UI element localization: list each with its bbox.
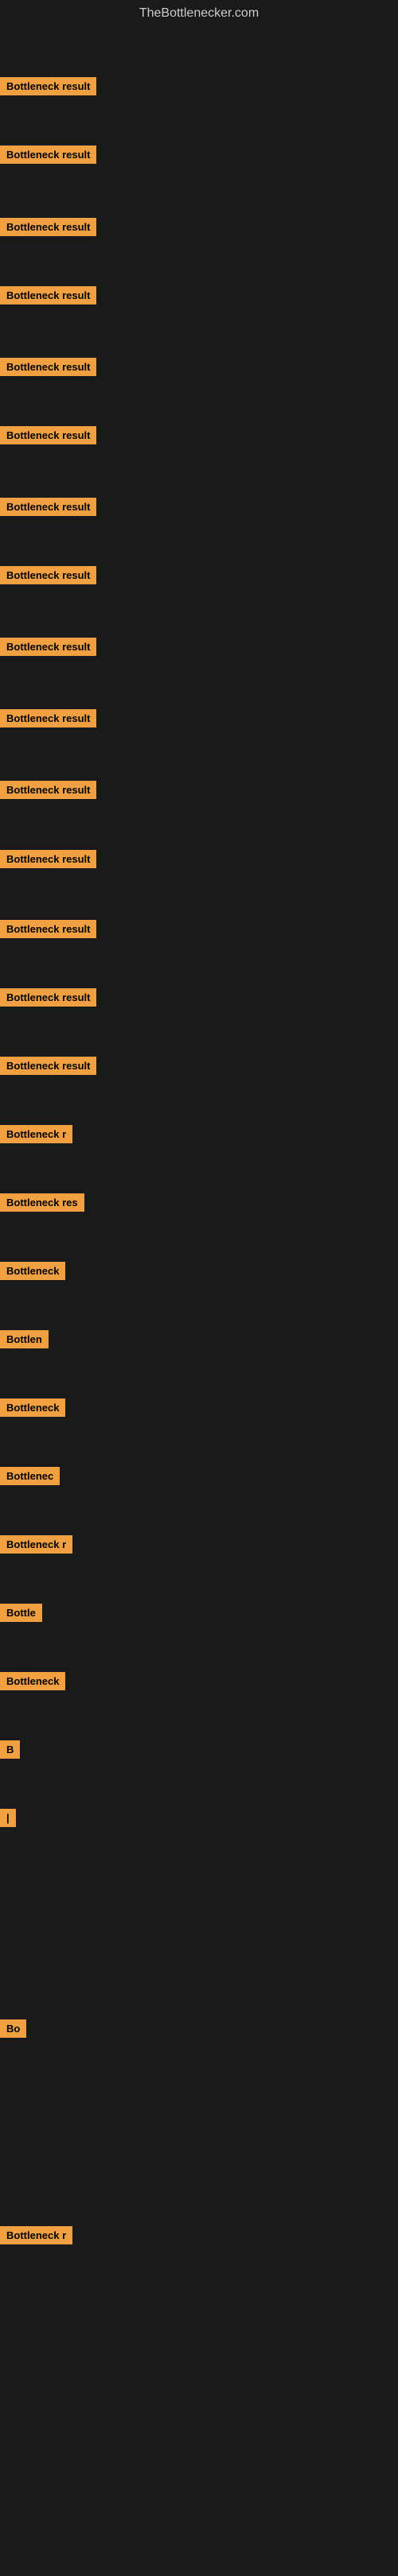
list-item[interactable]: Bottleneck result [0, 358, 96, 380]
bottleneck-badge: Bottleneck result [0, 77, 96, 95]
bottleneck-badge: Bottleneck result [0, 358, 96, 376]
bottleneck-badge: Bottleneck result [0, 988, 96, 1007]
list-item[interactable]: Bottlenec [0, 1467, 60, 1489]
list-item[interactable]: Bottleneck [0, 1262, 65, 1284]
bottleneck-badge: Bottleneck result [0, 566, 96, 584]
list-item[interactable]: | [0, 1809, 16, 1831]
bottleneck-badge: Bottleneck r [0, 2226, 72, 2244]
bottleneck-badge: Bottleneck result [0, 638, 96, 656]
bottleneck-badge: Bottleneck result [0, 145, 96, 164]
bottleneck-badge: Bottleneck result [0, 218, 96, 236]
list-item[interactable]: Bottleneck result [0, 1057, 96, 1079]
list-item[interactable]: Bottleneck result [0, 566, 96, 588]
list-item[interactable]: Bottleneck result [0, 638, 96, 660]
bottleneck-badge: Bottleneck r [0, 1125, 72, 1143]
bottleneck-badge: Bottleneck [0, 1399, 65, 1417]
list-item[interactable]: Bottleneck result [0, 920, 96, 942]
site-title: TheBottlenecker.com [0, 0, 398, 24]
list-item[interactable]: Bottleneck result [0, 145, 96, 168]
bottleneck-badge: Bottleneck result [0, 286, 96, 305]
list-item[interactable]: Bottleneck result [0, 218, 96, 240]
bottleneck-badge: Bo [0, 2019, 26, 2038]
list-item[interactable]: Bottleneck result [0, 850, 96, 872]
bottleneck-badge: Bottlenec [0, 1467, 60, 1485]
list-item[interactable]: Bottleneck r [0, 1125, 72, 1147]
bottleneck-badge: Bottleneck result [0, 498, 96, 516]
bottleneck-badge: | [0, 1809, 16, 1827]
bottleneck-badge: Bottleneck [0, 1262, 65, 1280]
list-item[interactable]: B [0, 1740, 20, 1763]
bottleneck-badge: Bottleneck result [0, 709, 96, 727]
list-item[interactable]: Bottleneck res [0, 1193, 84, 1216]
list-item[interactable]: Bottleneck [0, 1672, 65, 1694]
bottleneck-badge: Bottleneck result [0, 781, 96, 799]
list-item[interactable]: Bottleneck result [0, 286, 96, 308]
bottleneck-badge: Bottleneck result [0, 920, 96, 938]
list-item[interactable]: Bottleneck result [0, 781, 96, 803]
list-item[interactable]: Bottleneck result [0, 498, 96, 520]
list-item[interactable]: Bottleneck result [0, 988, 96, 1011]
bottleneck-badge: Bottleneck result [0, 1057, 96, 1075]
list-item[interactable]: Bottlen [0, 1330, 49, 1352]
bottleneck-badge: Bottleneck r [0, 1535, 72, 1554]
list-item[interactable]: Bo [0, 2019, 26, 2042]
bottleneck-badge: Bottleneck result [0, 850, 96, 868]
list-item[interactable]: Bottleneck result [0, 77, 96, 99]
bottleneck-badge: Bottlen [0, 1330, 49, 1348]
list-item[interactable]: Bottleneck result [0, 709, 96, 731]
bottleneck-badge: B [0, 1740, 20, 1759]
bottleneck-badge: Bottleneck res [0, 1193, 84, 1212]
list-item[interactable]: Bottleneck result [0, 426, 96, 448]
bottleneck-badge: Bottleneck [0, 1672, 65, 1690]
list-item[interactable]: Bottleneck [0, 1399, 65, 1421]
bottleneck-badge: Bottle [0, 1604, 42, 1622]
list-item[interactable]: Bottle [0, 1604, 42, 1626]
list-item[interactable]: Bottleneck r [0, 1535, 72, 1558]
bottleneck-badge: Bottleneck result [0, 426, 96, 444]
list-item[interactable]: Bottleneck r [0, 2226, 72, 2248]
